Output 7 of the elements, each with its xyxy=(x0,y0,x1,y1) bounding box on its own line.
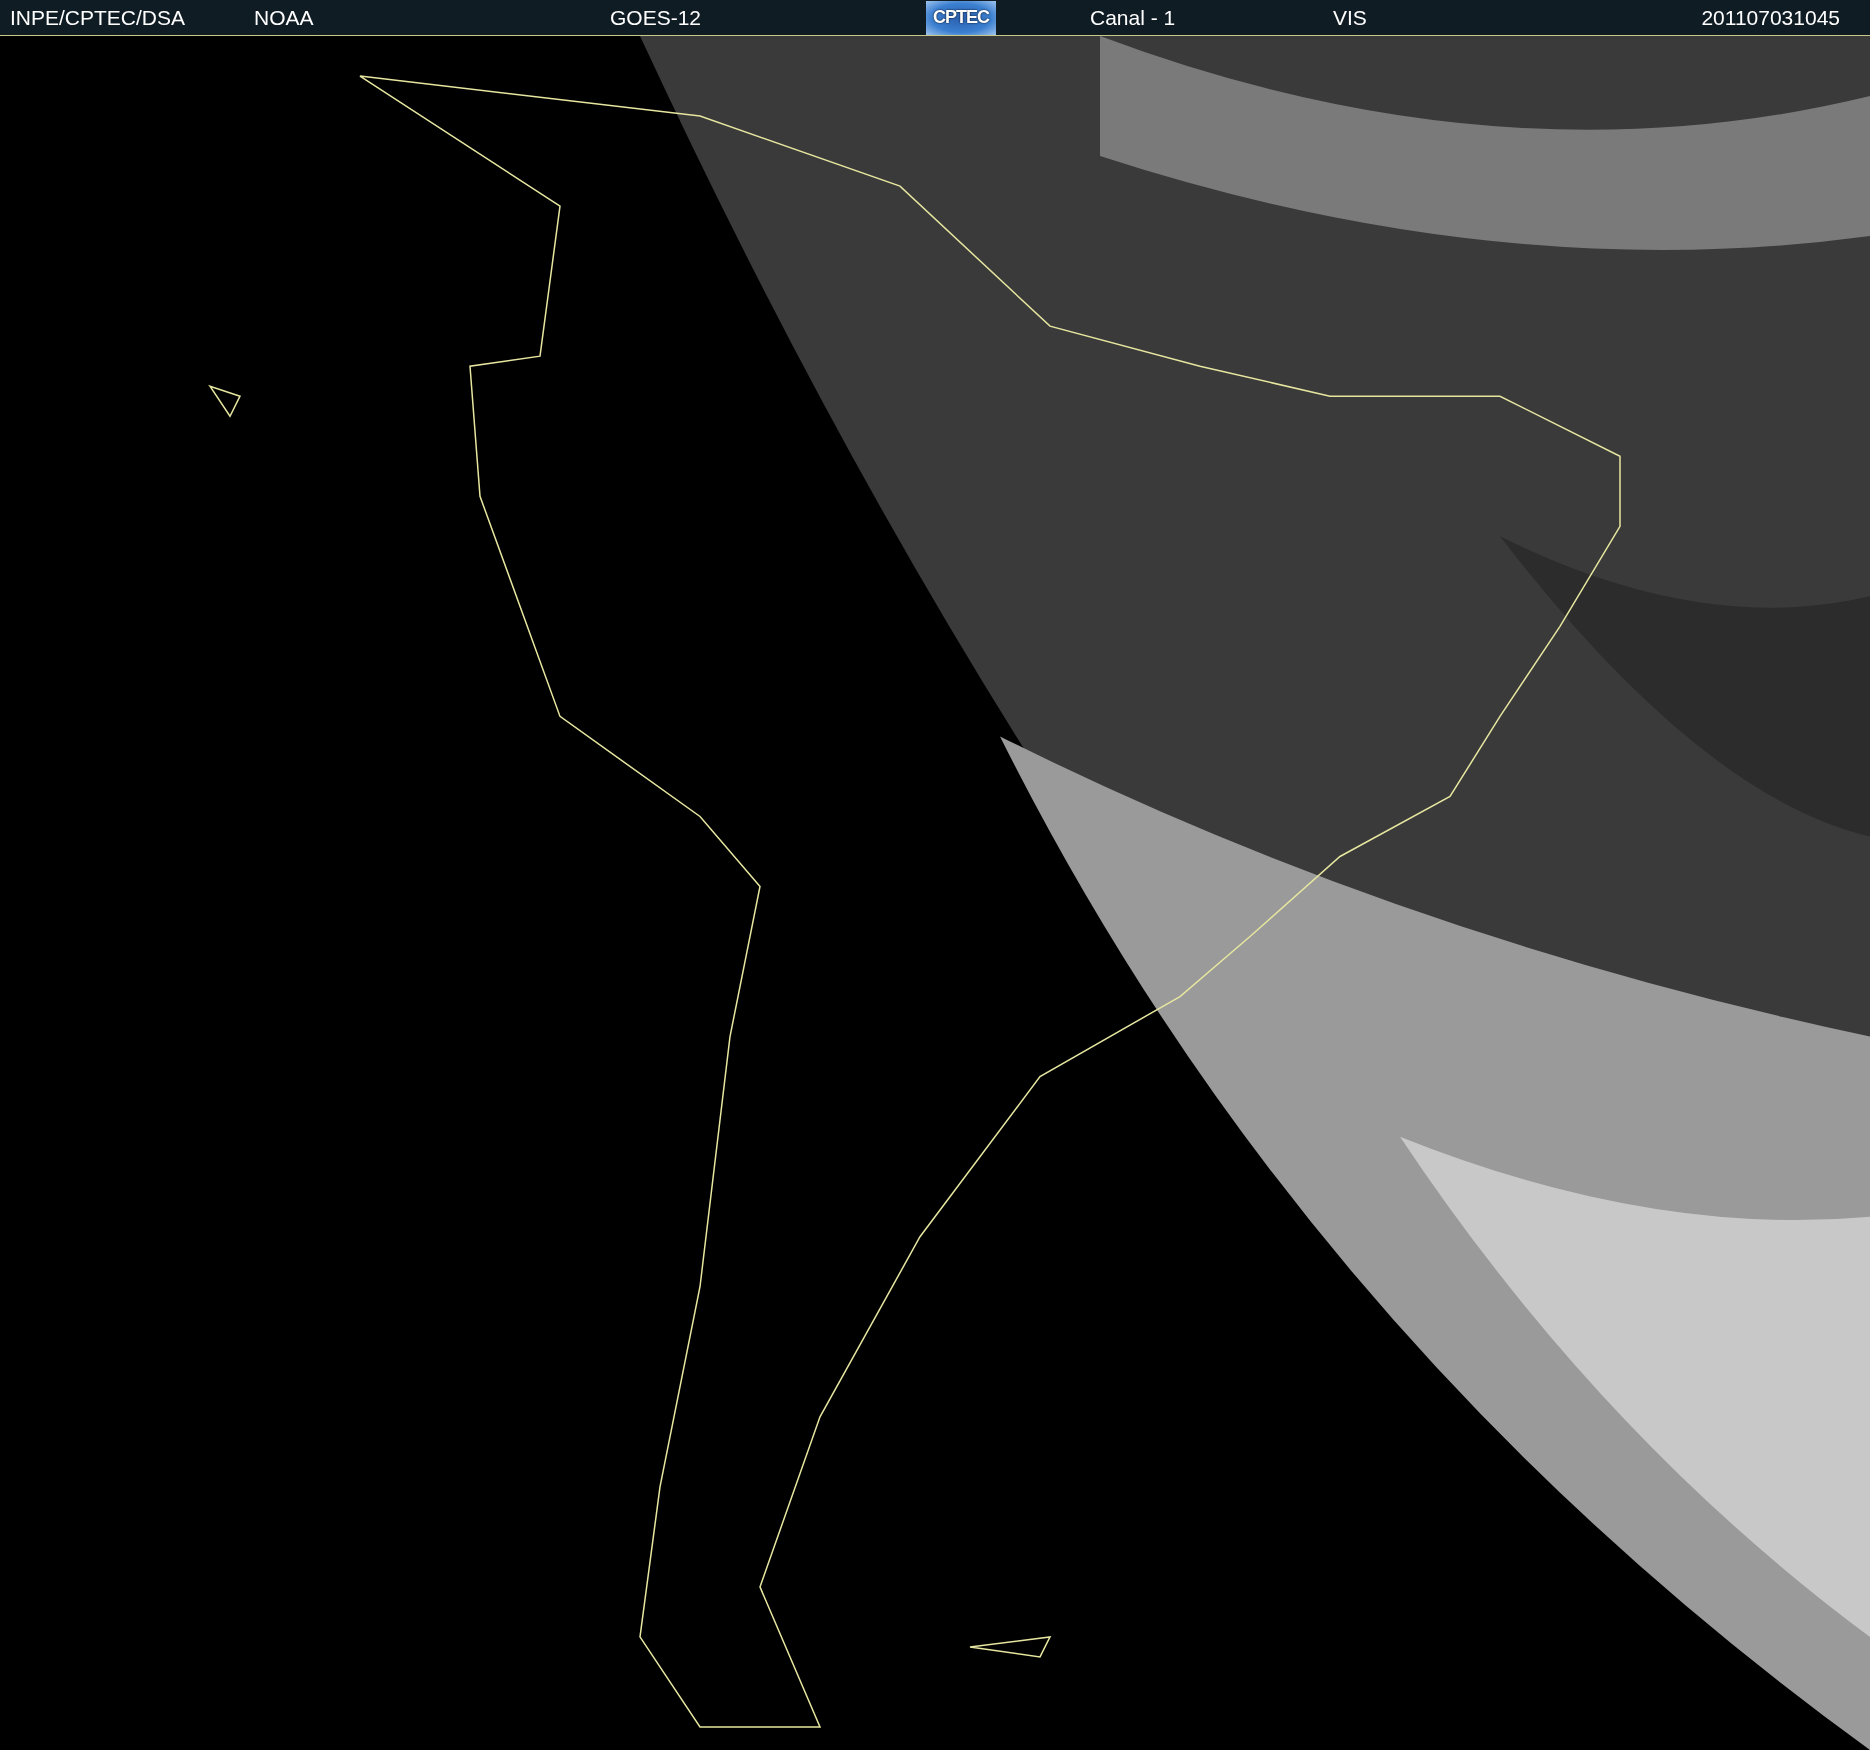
source-label: INPE/CPTEC/DSA xyxy=(10,5,186,30)
timestamp-label: 201107031045 xyxy=(1701,5,1840,30)
band-label: VIS xyxy=(1333,5,1367,30)
agency-label: NOAA xyxy=(254,5,314,30)
logo: CPTEC xyxy=(926,0,996,35)
satellite-label: GOES-12 xyxy=(610,5,702,30)
channel-label: Canal - 1 xyxy=(1090,5,1176,30)
